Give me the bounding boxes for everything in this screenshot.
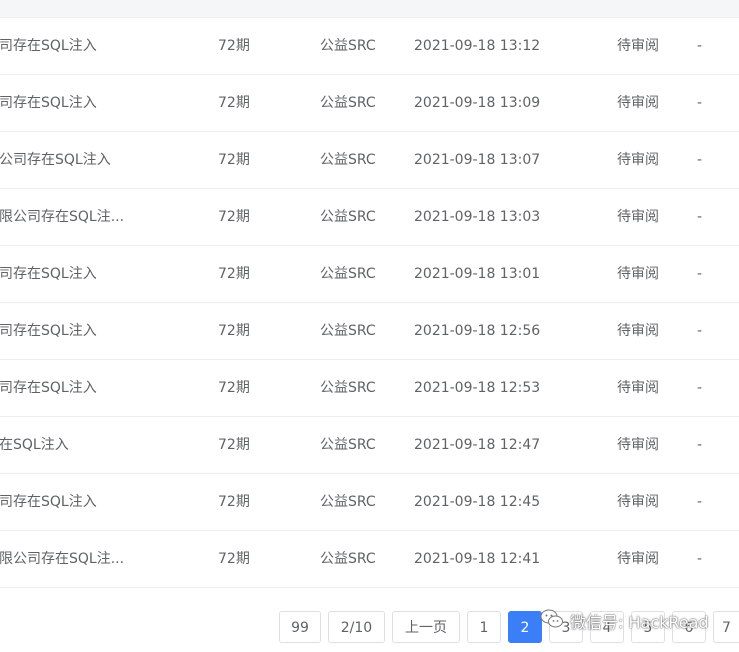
- row-time: 2021-09-18 13:07: [414, 152, 541, 168]
- row-period: 72期: [218, 323, 250, 339]
- row-title[interactable]: 司存在SQL注入: [0, 360, 195, 416]
- row-time: 2021-09-18 12:53: [414, 380, 541, 396]
- row-title[interactable]: 司存在SQL注入: [0, 75, 195, 131]
- row-type: 公益SRC: [320, 494, 376, 510]
- row-status: 待审阅: [617, 266, 659, 282]
- row-period: 72期: [218, 437, 250, 453]
- row-title[interactable]: 限公司存在SQL注...: [0, 189, 195, 245]
- row-status: 待审阅: [617, 494, 659, 510]
- row-period: 72期: [218, 266, 250, 282]
- row-extra: -: [697, 494, 703, 510]
- row-extra: -: [697, 266, 703, 282]
- page-indicator[interactable]: 2/10: [328, 611, 385, 643]
- row-period: 72期: [218, 38, 250, 54]
- page-button-6[interactable]: 6: [672, 611, 706, 643]
- row-time: 2021-09-18 12:47: [414, 437, 541, 453]
- page-button-5[interactable]: 5: [631, 611, 665, 643]
- row-type: 公益SRC: [320, 95, 376, 111]
- row-time: 2021-09-18 13:09: [414, 95, 541, 111]
- row-status: 待审阅: [617, 323, 659, 339]
- row-extra: -: [697, 209, 703, 225]
- page-button-1[interactable]: 1: [467, 611, 501, 643]
- table-row[interactable]: 司存在SQL注入 72期 公益SRC 2021-09-18 12:56 待审阅 …: [0, 303, 739, 360]
- page-button-3[interactable]: 3: [549, 611, 583, 643]
- row-status: 待审阅: [617, 38, 659, 54]
- row-status: 待审阅: [617, 380, 659, 396]
- table-row[interactable]: 限公司存在SQL注... 72期 公益SRC 2021-09-18 12:41 …: [0, 531, 739, 588]
- row-type: 公益SRC: [320, 437, 376, 453]
- row-title[interactable]: 司存在SQL注入: [0, 18, 195, 74]
- row-type: 公益SRC: [320, 380, 376, 396]
- row-type: 公益SRC: [320, 323, 376, 339]
- row-extra: -: [697, 323, 703, 339]
- row-time: 2021-09-18 13:12: [414, 38, 541, 54]
- row-status: 待审阅: [617, 437, 659, 453]
- row-extra: -: [697, 152, 703, 168]
- row-time: 2021-09-18 12:45: [414, 494, 541, 510]
- row-period: 72期: [218, 494, 250, 510]
- pagination: 99 2/10 上一页 1 2 3 4 5 6 7: [0, 611, 739, 645]
- prev-page-button[interactable]: 上一页: [392, 611, 460, 643]
- row-title[interactable]: 公司存在SQL注入: [0, 132, 195, 188]
- table-row[interactable]: 司存在SQL注入 72期 公益SRC 2021-09-18 12:45 待审阅 …: [0, 474, 739, 531]
- row-period: 72期: [218, 380, 250, 396]
- row-type: 公益SRC: [320, 266, 376, 282]
- page-button-2[interactable]: 2: [508, 611, 542, 643]
- row-extra: -: [697, 380, 703, 396]
- row-time: 2021-09-18 13:03: [414, 209, 541, 225]
- total-pages-button[interactable]: 99: [279, 611, 321, 643]
- row-time: 2021-09-18 12:56: [414, 323, 541, 339]
- row-extra: -: [697, 551, 703, 567]
- row-type: 公益SRC: [320, 152, 376, 168]
- page-button-4[interactable]: 4: [590, 611, 624, 643]
- row-title[interactable]: 在SQL注入: [0, 417, 195, 473]
- row-title[interactable]: 司存在SQL注入: [0, 246, 195, 302]
- table-header: [0, 0, 739, 18]
- row-time: 2021-09-18 13:01: [414, 266, 541, 282]
- row-extra: -: [697, 38, 703, 54]
- row-status: 待审阅: [617, 152, 659, 168]
- page-button-7[interactable]: 7: [713, 611, 739, 643]
- submissions-table: 司存在SQL注入 72期 公益SRC 2021-09-18 13:12 待审阅 …: [0, 0, 739, 588]
- row-period: 72期: [218, 551, 250, 567]
- table-row[interactable]: 公司存在SQL注入 72期 公益SRC 2021-09-18 13:07 待审阅…: [0, 132, 739, 189]
- row-type: 公益SRC: [320, 38, 376, 54]
- row-time: 2021-09-18 12:41: [414, 551, 541, 567]
- row-title[interactable]: 司存在SQL注入: [0, 303, 195, 359]
- table-row[interactable]: 司存在SQL注入 72期 公益SRC 2021-09-18 13:12 待审阅 …: [0, 18, 739, 75]
- row-period: 72期: [218, 152, 250, 168]
- table-row[interactable]: 司存在SQL注入 72期 公益SRC 2021-09-18 13:01 待审阅 …: [0, 246, 739, 303]
- table-row[interactable]: 在SQL注入 72期 公益SRC 2021-09-18 12:47 待审阅 -: [0, 417, 739, 474]
- table-row[interactable]: 司存在SQL注入 72期 公益SRC 2021-09-18 12:53 待审阅 …: [0, 360, 739, 417]
- row-type: 公益SRC: [320, 551, 376, 567]
- row-type: 公益SRC: [320, 209, 376, 225]
- row-status: 待审阅: [617, 95, 659, 111]
- row-title[interactable]: 司存在SQL注入: [0, 474, 195, 530]
- table-row[interactable]: 限公司存在SQL注... 72期 公益SRC 2021-09-18 13:03 …: [0, 189, 739, 246]
- row-extra: -: [697, 95, 703, 111]
- row-title[interactable]: 限公司存在SQL注...: [0, 531, 195, 587]
- table-row[interactable]: 司存在SQL注入 72期 公益SRC 2021-09-18 13:09 待审阅 …: [0, 75, 739, 132]
- row-period: 72期: [218, 95, 250, 111]
- row-period: 72期: [218, 209, 250, 225]
- row-status: 待审阅: [617, 551, 659, 567]
- row-status: 待审阅: [617, 209, 659, 225]
- row-extra: -: [697, 437, 703, 453]
